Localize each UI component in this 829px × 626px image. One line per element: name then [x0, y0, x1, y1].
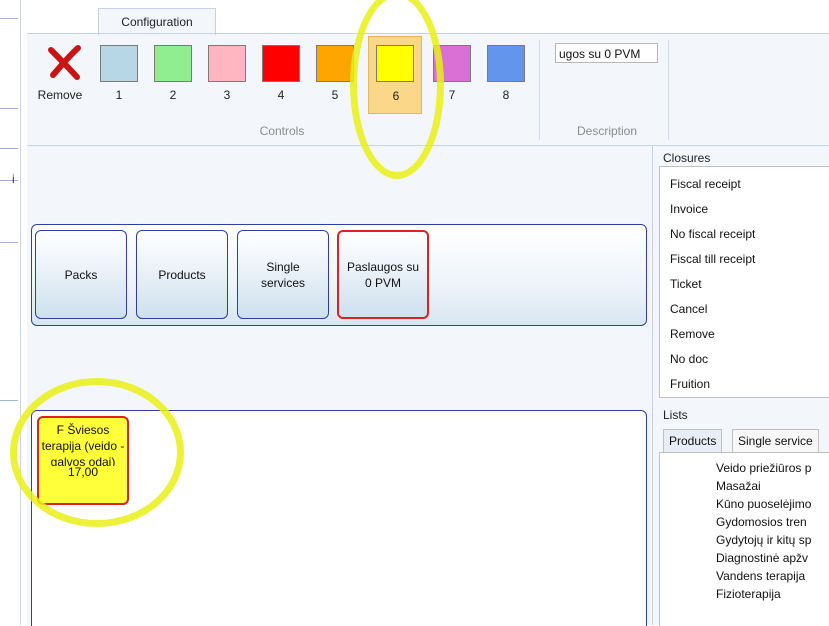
closure-item[interactable]: Fiscal receipt [670, 176, 741, 192]
divider [0, 242, 18, 243]
color-button-8[interactable]: 8 [484, 40, 528, 102]
ribbon: Configuration Remove 1 2 3 4 5 6 7 8 Con… [27, 0, 829, 146]
list-item[interactable]: Gydomosios tren [716, 514, 807, 530]
category-label: Single services [260, 259, 305, 290]
left-strip-text: i [12, 172, 15, 186]
list-item[interactable]: Masažai [716, 478, 761, 494]
color-button-1[interactable]: 1 [97, 40, 141, 102]
category-button-products[interactable]: Products [136, 230, 228, 319]
product-button[interactable]: F Šviesos terapija (veido - galvos odai)… [37, 416, 129, 505]
closures-title: Closures [661, 151, 713, 165]
color-label: 5 [331, 88, 339, 102]
product-panel: F Šviesos terapija (veido - galvos odai)… [31, 410, 647, 626]
ribbon-body: Remove 1 2 3 4 5 6 7 8 Controls ugos su … [27, 33, 829, 146]
tab-single-services[interactable]: Single service [732, 429, 819, 453]
color-button-4[interactable]: 4 [259, 40, 303, 102]
category-button-packs[interactable]: Packs [35, 230, 127, 319]
left-strip: i [0, 0, 27, 625]
divider [0, 180, 18, 181]
closure-item[interactable]: Fruition [670, 376, 710, 392]
product-name: F Šviesos terapija (veido - galvos odai) [41, 423, 125, 466]
product-price: 17,00 [67, 465, 99, 479]
closure-item[interactable]: Remove [670, 326, 715, 342]
color-label: 7 [448, 88, 456, 102]
tab-configuration[interactable]: Configuration [98, 8, 216, 35]
color-swatch [100, 45, 138, 82]
closure-item[interactable]: Ticket [670, 276, 702, 292]
tab-products[interactable]: Products [663, 429, 723, 453]
color-label: 1 [115, 88, 123, 102]
remove-button[interactable]: Remove [33, 40, 87, 102]
closure-item[interactable]: No doc [670, 351, 708, 367]
description-input[interactable]: ugos su 0 PVM [555, 43, 658, 63]
list-item[interactable]: Gydytojų ir kitų sp [716, 532, 811, 548]
color-swatch [487, 45, 525, 82]
color-swatch [433, 45, 471, 82]
closure-item[interactable]: Fiscal till receipt [670, 251, 755, 267]
color-swatch [262, 45, 300, 82]
category-panel: Packs Products Single services Paslaugos… [31, 224, 647, 326]
list-item[interactable]: Diagnostinė apžv [716, 550, 808, 566]
closures-list: Fiscal receipt Invoice No fiscal receipt… [659, 166, 829, 398]
category-button-single-services[interactable]: Single services [237, 230, 329, 319]
divider [20, 0, 21, 625]
color-button-5[interactable]: 5 [313, 40, 357, 102]
divider [0, 108, 18, 109]
color-label: 6 [392, 89, 400, 103]
category-label: Packs [64, 267, 98, 282]
divider [0, 400, 18, 401]
closure-item[interactable]: Invoice [670, 201, 708, 217]
closure-item[interactable]: No fiscal receipt [670, 226, 755, 242]
color-swatch [208, 45, 246, 82]
color-label: 2 [169, 88, 177, 102]
color-label: 3 [223, 88, 231, 102]
color-label: 4 [277, 88, 285, 102]
description-group-label: Description [576, 124, 638, 138]
list-item[interactable]: Fizioterapija [716, 586, 781, 602]
color-swatch [376, 45, 414, 82]
color-button-3[interactable]: 3 [205, 40, 249, 102]
right-sidebar: Fiscal receipt Invoice No fiscal receipt… [652, 146, 829, 626]
group-separator [668, 40, 669, 140]
color-button-7[interactable]: 7 [430, 40, 474, 102]
remove-label: Remove [37, 88, 83, 102]
closure-item[interactable]: Cancel [670, 301, 707, 317]
remove-x-icon [48, 45, 81, 80]
main-area: Packs Products Single services Paslaugos… [27, 146, 652, 626]
divider [0, 148, 18, 149]
category-button-paslaugos[interactable]: Paslaugos su 0 PVM [337, 230, 429, 319]
color-button-2[interactable]: 2 [151, 40, 195, 102]
color-label: 8 [502, 88, 510, 102]
divider [0, 18, 18, 19]
lists-tree: Veido priežiūros p Masažai Kūno puoselėj… [659, 452, 829, 626]
list-item[interactable]: Veido priežiūros p [716, 460, 811, 476]
color-swatch [154, 45, 192, 82]
controls-group-label: Controls [259, 124, 305, 138]
color-swatch [316, 45, 354, 82]
lists-title: Lists [661, 408, 690, 422]
group-separator [539, 40, 540, 140]
color-button-6[interactable]: 6 [368, 36, 422, 114]
list-item[interactable]: Vandens terapija [716, 568, 805, 584]
category-label: Products [158, 267, 206, 282]
list-item[interactable]: Kūno puoselėjimo [716, 496, 811, 512]
category-label: Paslaugos su 0 PVM [346, 259, 420, 290]
